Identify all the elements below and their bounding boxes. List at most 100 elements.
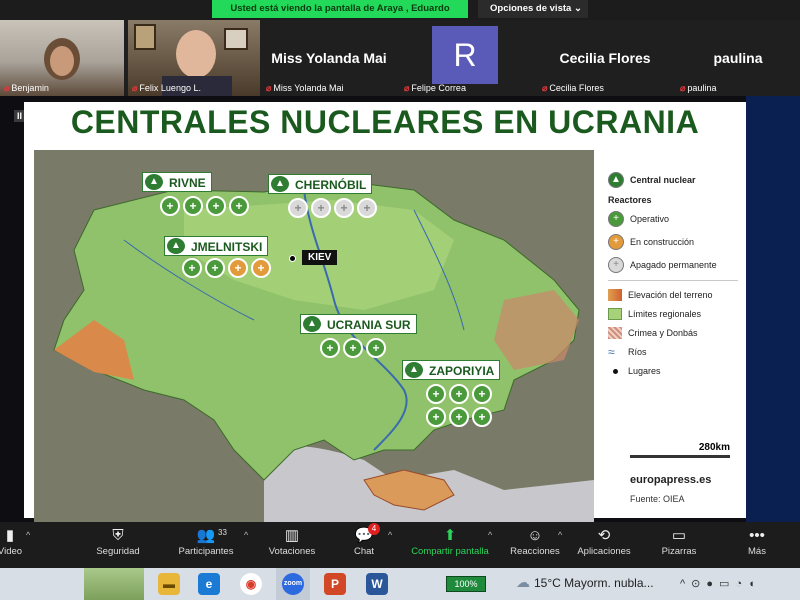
battery-indicator[interactable]: 100% bbox=[446, 576, 486, 592]
participant-tile-cecilia[interactable]: Cecilia Flores ⌀ Cecilia Flores bbox=[538, 20, 672, 96]
participant-tile-benjamin[interactable]: ⌀ Benjamin bbox=[0, 20, 124, 96]
reactor-group-rivne: + + + + bbox=[160, 196, 249, 216]
legend-label: Apagado permanente bbox=[630, 260, 717, 270]
place-dot-icon bbox=[608, 365, 622, 377]
plant-name: JMELNITSKI bbox=[191, 240, 263, 254]
participant-tile-paulina[interactable]: paulina ⌀ paulina bbox=[676, 20, 800, 96]
share-banner: Usted está viendo la pantalla de Araya ,… bbox=[0, 0, 800, 20]
participant-display-name: Cecilia Flores bbox=[559, 50, 651, 66]
participants-count: 33 bbox=[218, 528, 227, 537]
legend-item-crimea: Crimea y Donbás bbox=[608, 327, 738, 339]
record-icon: ● bbox=[706, 578, 720, 590]
plant-name: ZAPORIYIA bbox=[429, 364, 495, 378]
participants-options-caret[interactable]: ^ bbox=[244, 530, 248, 540]
network-icon: ⊙ bbox=[691, 578, 707, 590]
reactor-operative-icon: + bbox=[320, 338, 340, 358]
participant-video bbox=[176, 30, 216, 78]
reactions-button[interactable]: ☺ Reacciones bbox=[506, 526, 564, 557]
participants-button[interactable]: 👥 Participantes bbox=[170, 526, 242, 557]
reactor-group-ucrania-sur: + + + bbox=[320, 338, 386, 358]
apps-label: Aplicaciones bbox=[577, 546, 631, 557]
edge-browser-icon[interactable]: e bbox=[198, 573, 220, 595]
legend-item-places: Lugares bbox=[608, 365, 738, 377]
muted-mic-icon: ⌀ bbox=[266, 83, 272, 93]
chevron-down-icon: ⌄ bbox=[573, 3, 582, 14]
legend-item-construction: + En construcción bbox=[608, 234, 738, 250]
participant-strip: ⌀ Benjamin ⌀ Felix Luengo L. Miss Yolanda … bbox=[0, 20, 800, 96]
reactor-construction-icon: + bbox=[228, 258, 248, 278]
view-options-label: Opciones de vista bbox=[490, 3, 572, 14]
zoom-app-icon[interactable]: zoom bbox=[282, 573, 304, 595]
participant-name: ⌀ Cecilia Flores bbox=[542, 83, 604, 93]
whiteboards-button[interactable]: ▭ Pizarras bbox=[656, 526, 702, 557]
legend-heading: Reactores bbox=[608, 195, 652, 205]
muted-mic-icon: ⌀ bbox=[542, 83, 548, 93]
chrome-icon[interactable]: ◉ bbox=[240, 573, 262, 595]
weather-widget[interactable]: ☁ 15°C Mayorm. nubla... bbox=[516, 574, 654, 591]
muted-mic-icon: ⌀ bbox=[132, 83, 138, 93]
nuclear-plant-icon: ▲ bbox=[271, 176, 289, 192]
bar-chart-icon: ▥ bbox=[284, 527, 300, 544]
participant-tile-felipe[interactable]: R ⌀ Felipe Correa bbox=[400, 20, 534, 96]
map-legend: ▲ Central nuclear Reactores + Operativo + E… bbox=[608, 172, 738, 384]
powerpoint-icon[interactable]: P bbox=[324, 573, 346, 595]
legend-divider bbox=[608, 280, 738, 281]
more-label: Más bbox=[748, 546, 766, 557]
wifi-icon: ◔ bbox=[735, 578, 749, 590]
participant-tile-yolanda[interactable]: Miss Yolanda Mai ⌀ Miss Yolanda Mai bbox=[262, 20, 396, 96]
reactor-construction-icon: + bbox=[251, 258, 271, 278]
share-screen-button[interactable]: ⬆ Compartir pantalla bbox=[404, 526, 496, 557]
slide-side-panel bbox=[746, 96, 800, 522]
word-icon[interactable]: W bbox=[366, 573, 388, 595]
nuclear-plant-icon: ▲ bbox=[303, 316, 321, 332]
regional-limits-swatch bbox=[608, 308, 622, 320]
reactor-operative-icon: + bbox=[426, 384, 446, 404]
whiteboards-label: Pizarras bbox=[661, 546, 697, 557]
legend-item-shutdown: + Apagado permanente bbox=[608, 257, 738, 273]
source-label: Fuente: OIEA bbox=[630, 494, 685, 504]
legend-label: Central nuclear bbox=[630, 175, 696, 185]
view-options-button[interactable]: Opciones de vista ⌄ bbox=[478, 0, 588, 18]
polls-button[interactable]: ▥ Votaciones bbox=[262, 526, 322, 557]
reactor-shutdown-icon: + bbox=[357, 198, 377, 218]
participant-video-face bbox=[50, 46, 74, 76]
security-button[interactable]: ⛨ Seguridad bbox=[90, 526, 146, 557]
presentation-slide: CENTRALES NUCLEARES EN UCRANIA ▲ RIVNE + +… bbox=[24, 102, 746, 524]
reactor-operative-icon: + bbox=[449, 407, 469, 427]
legend-label: Operativo bbox=[630, 214, 670, 224]
chat-options-caret[interactable]: ^ bbox=[388, 530, 392, 540]
video-options-caret[interactable]: ^ bbox=[26, 530, 30, 540]
system-tray[interactable]: ^⊙●▭◔◖ bbox=[680, 577, 761, 590]
reactor-operative-icon: + bbox=[472, 384, 492, 404]
share-options-caret[interactable]: ^ bbox=[488, 530, 492, 540]
chat-unread-badge: 4 bbox=[368, 523, 380, 535]
plant-label-zaporiyia: ▲ ZAPORIYIA bbox=[402, 360, 501, 380]
file-explorer-icon[interactable]: ▬ bbox=[158, 573, 180, 595]
participant-name: ⌀ paulina bbox=[680, 83, 717, 93]
smiley-icon: ☺ bbox=[527, 527, 543, 544]
reactor-operative-icon: + bbox=[182, 258, 202, 278]
shared-screen: II CENTRALES NUCLEARES EN UCRANIA ▲ RIVNE… bbox=[0, 96, 800, 524]
reactions-label: Reacciones bbox=[510, 546, 560, 557]
apps-button[interactable]: ⟲ Aplicaciones bbox=[572, 526, 636, 557]
more-button[interactable]: ••• Más bbox=[740, 526, 774, 557]
chat-label: Chat bbox=[353, 546, 375, 557]
muted-mic-icon: ⌀ bbox=[680, 83, 686, 93]
reactions-options-caret[interactable]: ^ bbox=[558, 530, 562, 540]
reactor-operative-icon: + bbox=[205, 258, 225, 278]
plant-name: RIVNE bbox=[169, 176, 206, 190]
reactor-operative-icon: + bbox=[183, 196, 203, 216]
reactor-operative-icon: + bbox=[426, 407, 446, 427]
security-label: Seguridad bbox=[96, 546, 140, 557]
participant-tile-felix[interactable]: ⌀ Felix Luengo L. bbox=[128, 20, 260, 96]
reactor-operative-icon: + bbox=[366, 338, 386, 358]
legend-item-elevation: Elevación del terreno bbox=[608, 289, 738, 301]
legend-item-limits: Límites regionales bbox=[608, 308, 738, 320]
video-label: Video bbox=[0, 546, 23, 557]
shield-icon: ⛨ bbox=[112, 527, 124, 544]
map-scale: 280km bbox=[630, 442, 730, 458]
reactor-shutdown-icon: + bbox=[311, 198, 331, 218]
nuclear-plant-icon: ▲ bbox=[608, 172, 624, 188]
nuclear-plant-icon: ▲ bbox=[145, 174, 163, 190]
reactor-operative-icon: + bbox=[229, 196, 249, 216]
